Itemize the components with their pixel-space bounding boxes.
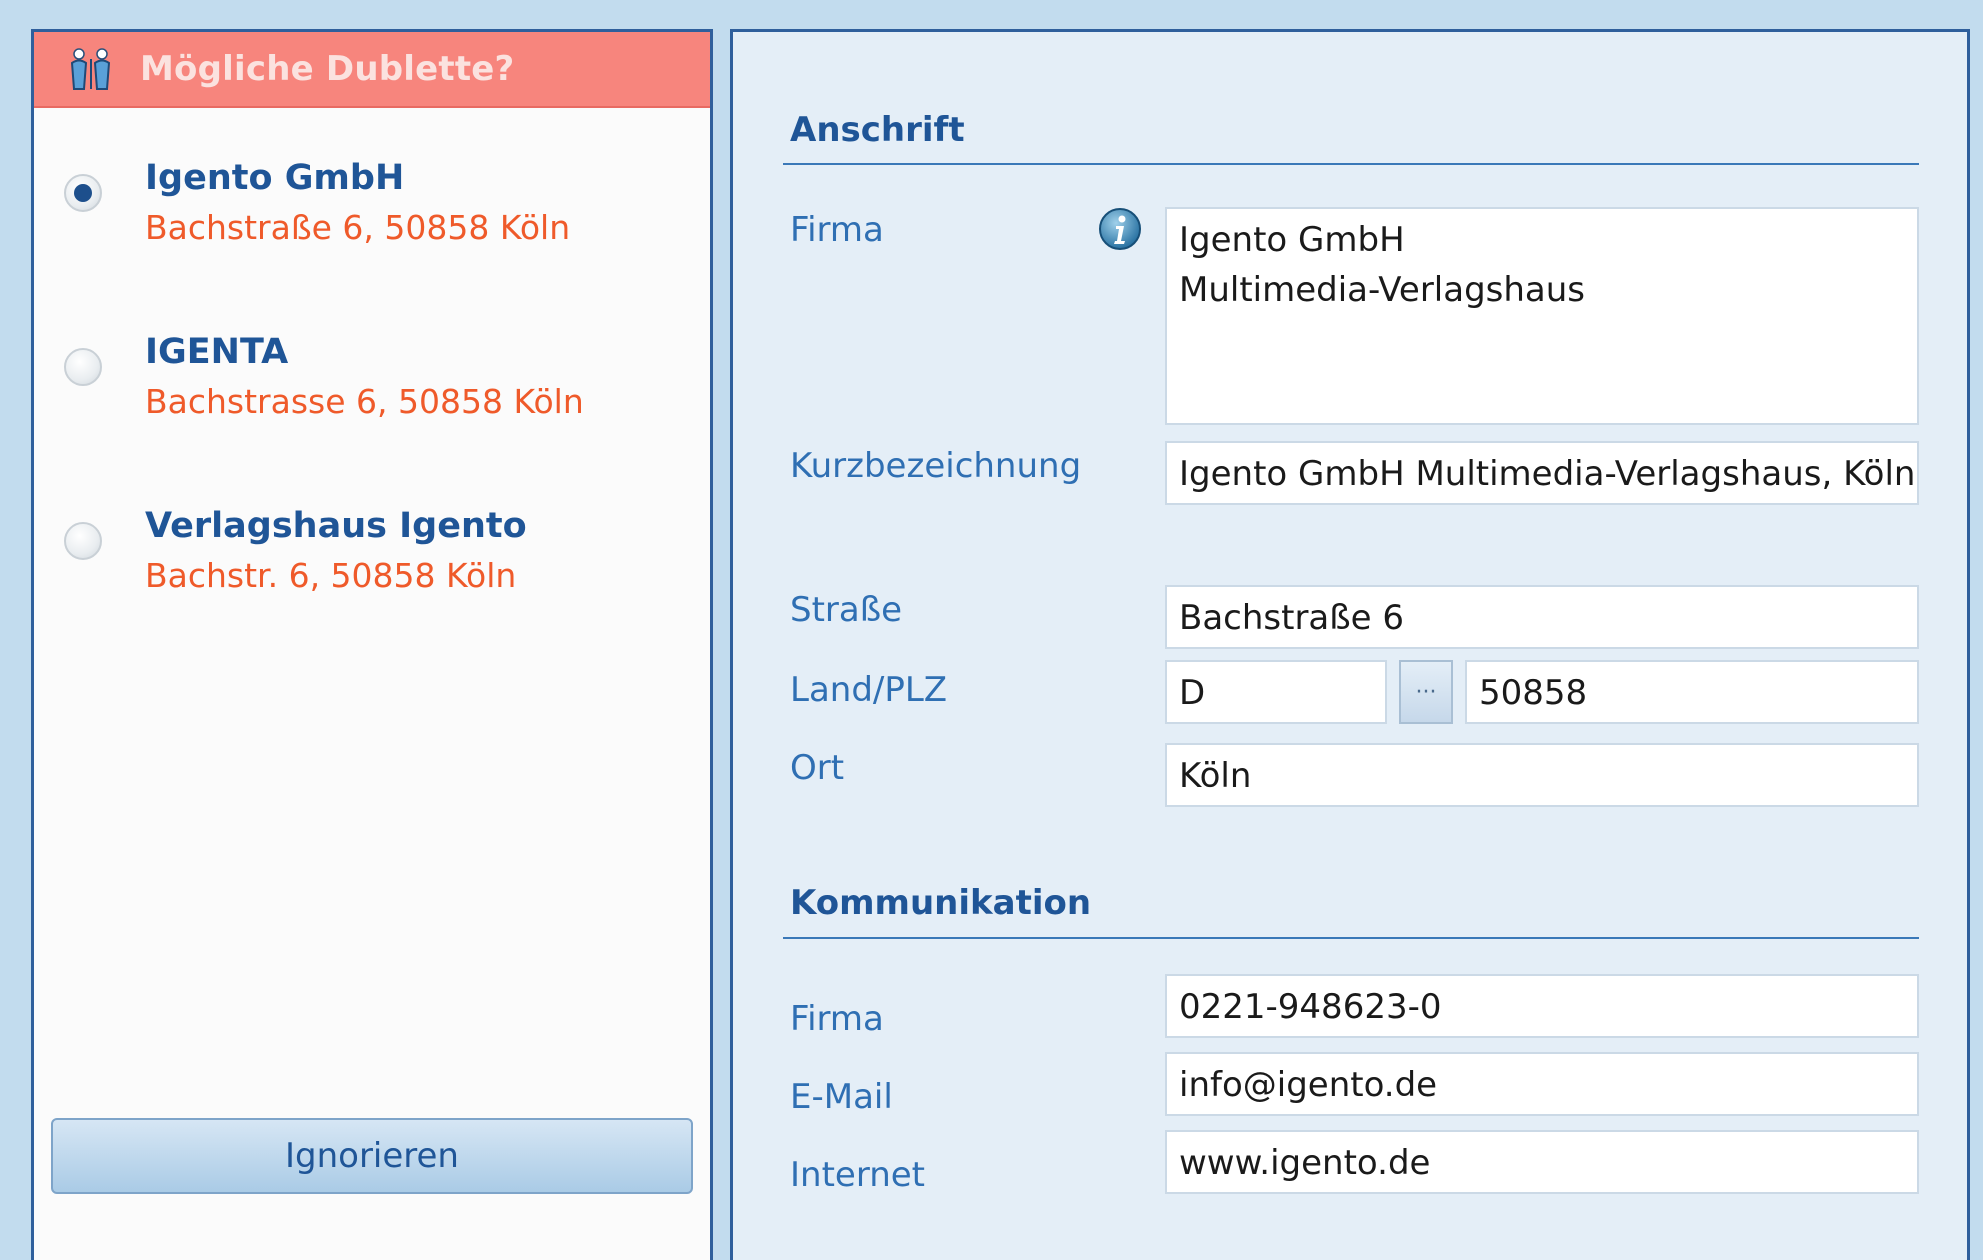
kurzbezeichnung-label: Kurzbezeichnung <box>790 446 1082 486</box>
duplicate-candidate[interactable]: IGENTA Bachstrasse 6, 50858 Köln <box>34 324 710 434</box>
ort-label: Ort <box>790 748 845 788</box>
duplicate-persons-icon <box>64 45 118 93</box>
duplicates-header: Mögliche Dublette? <box>34 32 710 108</box>
section-divider <box>783 937 1919 939</box>
candidate-name: IGENTA <box>145 332 289 372</box>
candidate-address: Bachstrasse 6, 50858 Köln <box>145 382 584 421</box>
duplicates-panel: Mögliche Dublette? Igento GmbH Bachstraß… <box>31 29 713 1260</box>
candidate-name: Igento GmbH <box>145 158 405 198</box>
email-label: E-Mail <box>790 1077 893 1117</box>
strasse-label: Straße <box>790 590 903 630</box>
candidate-radio[interactable] <box>64 348 102 386</box>
candidate-address: Bachstraße 6, 50858 Köln <box>145 208 571 247</box>
plz-field[interactable]: 50858 <box>1465 660 1919 724</box>
section-title-anschrift: Anschrift <box>790 110 965 150</box>
duplicates-title: Mögliche Dublette? <box>140 49 515 89</box>
candidate-name: Verlagshaus Igento <box>145 506 527 546</box>
duplicate-candidate[interactable]: Verlagshaus Igento Bachstr. 6, 50858 Köl… <box>34 498 710 608</box>
window-frame: Mögliche Dublette? Igento GmbH Bachstraß… <box>0 0 1983 1260</box>
land-field[interactable]: D <box>1165 660 1387 724</box>
address-form-panel: Anschrift Firma Igento GmbH Multimedia-V… <box>730 29 1970 1260</box>
section-title-kommunikation: Kommunikation <box>790 883 1092 923</box>
strasse-field[interactable]: Bachstraße 6 <box>1165 585 1919 649</box>
email-field[interactable]: info@igento.de <box>1165 1052 1919 1116</box>
candidate-radio[interactable] <box>64 522 102 560</box>
internet-field[interactable]: www.igento.de <box>1165 1130 1919 1194</box>
firma-line-1: Igento GmbH <box>1179 220 1405 260</box>
candidate-address: Bachstr. 6, 50858 Köln <box>145 556 517 595</box>
internet-label: Internet <box>790 1155 926 1195</box>
candidate-radio-selected[interactable] <box>64 174 102 212</box>
land-plz-label: Land/PLZ <box>790 670 948 710</box>
kurzbezeichnung-field[interactable]: Igento GmbH Multimedia-Verlagshaus, Köln <box>1165 441 1919 505</box>
ignore-button[interactable]: Ignorieren <box>51 1118 693 1194</box>
firma-textarea[interactable]: Igento GmbH Multimedia-Verlagshaus <box>1165 207 1919 425</box>
land-picker-button[interactable]: ··· <box>1399 660 1453 724</box>
section-divider <box>783 163 1919 165</box>
telefon-firma-label: Firma <box>790 999 884 1039</box>
firma-label: Firma <box>790 210 884 250</box>
info-icon[interactable] <box>1098 207 1142 251</box>
duplicate-candidate[interactable]: Igento GmbH Bachstraße 6, 50858 Köln <box>34 150 710 260</box>
ort-field[interactable]: Köln <box>1165 743 1919 807</box>
firma-line-2: Multimedia-Verlagshaus <box>1179 270 1586 310</box>
telefon-firma-field[interactable]: 0221-948623-0 <box>1165 974 1919 1038</box>
